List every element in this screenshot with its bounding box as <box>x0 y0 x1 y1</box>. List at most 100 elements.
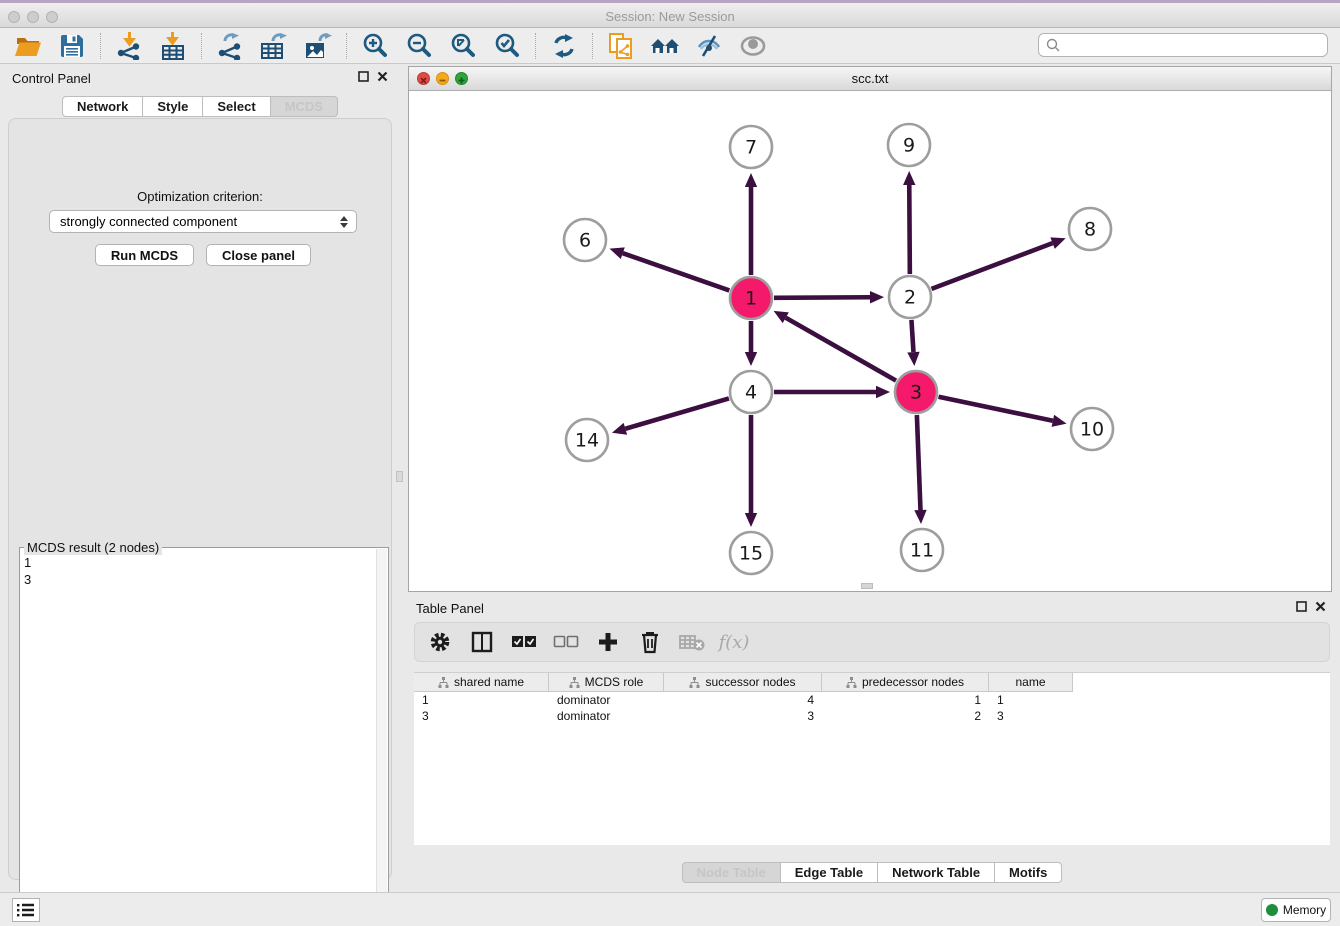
export-image-icon[interactable] <box>300 31 336 61</box>
arrowhead-2-8 <box>1050 237 1065 249</box>
control-panel-tabs: NetworkStyleSelectMCDS <box>4 96 396 118</box>
main-toolbar <box>0 28 1340 64</box>
graph-node-label-9: 9 <box>903 135 915 157</box>
memory-label: Memory <box>1283 903 1326 917</box>
graph-node-label-1: 1 <box>745 288 757 310</box>
close-panel-icon[interactable] <box>377 71 388 82</box>
show-all-icon[interactable] <box>735 31 771 61</box>
run-mcds-button[interactable]: Run MCDS <box>95 244 194 266</box>
edge-1-6[interactable] <box>623 253 730 290</box>
graph-node-label-8: 8 <box>1084 219 1096 241</box>
graph-node-label-4: 4 <box>745 382 757 404</box>
cell-name[interactable]: 3 <box>989 708 1073 724</box>
import-table-icon[interactable] <box>155 31 191 61</box>
first-neighbors-icon[interactable] <box>647 31 683 61</box>
zoom-fit-icon[interactable] <box>445 31 481 61</box>
close-panel-button[interactable]: Close panel <box>206 244 311 266</box>
refresh-layout-icon[interactable] <box>546 31 582 61</box>
arrowhead-2-9 <box>903 171 915 185</box>
edge-1-2[interactable] <box>774 297 870 298</box>
export-table-icon[interactable] <box>256 31 292 61</box>
cell-shared-name[interactable]: 3 <box>414 708 549 724</box>
tab-select[interactable]: Select <box>203 96 270 117</box>
task-history-button[interactable] <box>12 898 40 922</box>
network-view-window: scc.txt 1234678910111415 <box>408 66 1332 592</box>
arrowhead-3-10 <box>1052 415 1067 427</box>
open-file-icon[interactable] <box>10 31 46 61</box>
show-column-panel-icon[interactable] <box>469 629 495 655</box>
edge-2-8[interactable] <box>932 243 1053 289</box>
arrowhead-4-15 <box>745 513 757 527</box>
graph-node-label-10: 10 <box>1080 419 1104 441</box>
create-column-icon[interactable] <box>595 629 621 655</box>
float-table-panel-icon[interactable] <box>1296 601 1307 612</box>
table-settings-gear-icon[interactable] <box>427 629 453 655</box>
cell-shared-name[interactable]: 1 <box>414 692 549 708</box>
list-icon <box>17 903 35 917</box>
arrowhead-3-11 <box>914 510 926 524</box>
column-header-shared-name[interactable]: shared name <box>414 673 549 692</box>
splitter-grip[interactable] <box>396 471 403 482</box>
cell-predecessor-nodes[interactable]: 2 <box>822 708 989 724</box>
tab-edge-table[interactable]: Edge Table <box>781 862 878 883</box>
toolbar-separator <box>592 33 593 59</box>
horizontal-scrollbar-thumb[interactable] <box>861 583 873 589</box>
cell-name[interactable]: 1 <box>989 692 1073 708</box>
tab-network-table[interactable]: Network Table <box>878 862 995 883</box>
table-row[interactable]: 3dominator323 <box>414 708 1330 724</box>
edge-2-3[interactable] <box>911 320 913 352</box>
cell-successor-nodes[interactable]: 3 <box>664 708 822 724</box>
deselect-all-columns-icon[interactable] <box>553 629 579 655</box>
export-network-icon[interactable] <box>212 31 248 61</box>
delete-column-icon[interactable] <box>637 629 663 655</box>
save-session-icon[interactable] <box>54 31 90 61</box>
edge-3-1[interactable] <box>786 318 896 381</box>
arrowhead-4-14 <box>612 423 627 435</box>
edge-3-10[interactable] <box>939 397 1053 421</box>
column-type-icon <box>569 677 580 688</box>
arrowhead-1-6 <box>610 247 625 259</box>
tab-style[interactable]: Style <box>143 96 203 117</box>
cell-mcds-role[interactable]: dominator <box>549 692 664 708</box>
app-titlebar: Session: New Session <box>0 0 1340 28</box>
cell-predecessor-nodes[interactable]: 1 <box>822 692 989 708</box>
edge-2-9[interactable] <box>909 185 910 274</box>
tab-network[interactable]: Network <box>62 96 143 117</box>
zoom-selected-icon[interactable] <box>489 31 525 61</box>
table-toolbar: f(x) <box>414 622 1330 662</box>
tab-mcds[interactable]: MCDS <box>271 96 338 117</box>
tab-node-table[interactable]: Node Table <box>682 862 781 883</box>
cell-mcds-role[interactable]: dominator <box>549 708 664 724</box>
mcds-result-text[interactable]: 1 3 <box>24 554 374 920</box>
dropdown-stepper-icon <box>338 214 350 230</box>
edge-3-11[interactable] <box>917 415 921 510</box>
column-header-successor-nodes[interactable]: successor nodes <box>664 673 822 692</box>
network-graph-canvas[interactable]: 1234678910111415 <box>409 91 1331 591</box>
arrowhead-1-7 <box>745 173 757 187</box>
zoom-in-icon[interactable] <box>357 31 393 61</box>
column-header-mcds-role[interactable]: MCDS role <box>549 673 664 692</box>
column-header-predecessor-nodes[interactable]: predecessor nodes <box>822 673 989 692</box>
criterion-dropdown[interactable]: strongly connected component <box>49 210 357 233</box>
cell-successor-nodes[interactable]: 4 <box>664 692 822 708</box>
column-header-name[interactable]: name <box>989 673 1073 692</box>
close-table-panel-icon[interactable] <box>1315 601 1326 612</box>
import-network-icon[interactable] <box>111 31 147 61</box>
table-row[interactable]: 1dominator411 <box>414 692 1330 708</box>
delete-table-icon <box>679 629 705 655</box>
table-tabs: Node TableEdge TableNetwork TableMotifs <box>408 862 1336 883</box>
status-bar: Memory <box>0 892 1340 926</box>
search-box[interactable] <box>1038 33 1328 57</box>
optimization-criterion-label: Optimization criterion: <box>9 189 391 204</box>
zoom-out-icon[interactable] <box>401 31 437 61</box>
search-input[interactable] <box>1061 36 1327 54</box>
criterion-value: strongly connected component <box>60 214 237 229</box>
clone-network-icon[interactable] <box>603 31 639 61</box>
select-all-columns-icon[interactable] <box>511 629 537 655</box>
memory-button[interactable]: Memory <box>1261 898 1331 922</box>
tab-motifs[interactable]: Motifs <box>995 862 1062 883</box>
hide-selected-icon[interactable] <box>691 31 727 61</box>
edge-4-14[interactable] <box>625 398 729 428</box>
result-scrollbar[interactable] <box>376 549 387 923</box>
float-panel-icon[interactable] <box>358 71 369 82</box>
